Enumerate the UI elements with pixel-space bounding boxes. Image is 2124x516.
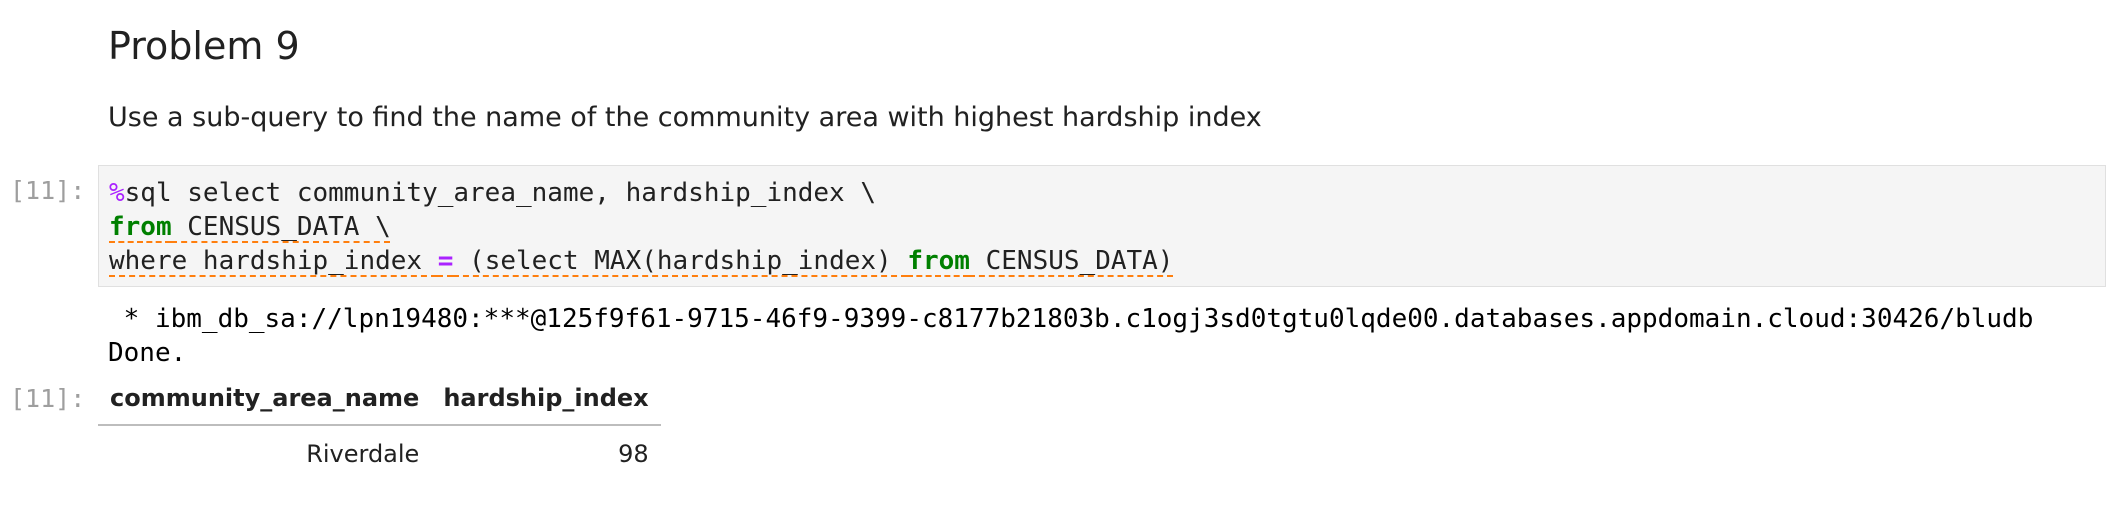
- sql-magic-token: %: [109, 178, 125, 208]
- markdown-heading: Problem 9: [108, 24, 300, 68]
- code-line-1: %sql select community_area_name, hardshi…: [109, 178, 876, 208]
- markdown-description: Use a sub-query to find the name of the …: [108, 102, 1262, 133]
- result-table: community_area_name hardship_index River…: [98, 378, 661, 476]
- table-row: Riverdale 98: [98, 425, 661, 476]
- keyword-from: from: [109, 212, 172, 242]
- cell-community-area-name: Riverdale: [306, 440, 420, 468]
- code-line-1-text: sql select community_area_name, hardship…: [124, 178, 877, 208]
- code-line-3-text-c: CENSUS_DATA): [969, 246, 1174, 276]
- keyword-from: from: [907, 246, 970, 276]
- code-cell-editor[interactable]: %sql select community_area_name, hardshi…: [98, 165, 2106, 287]
- input-prompt: [11]:: [10, 176, 86, 205]
- code-line-3-text-b: (select MAX(hardship_index): [453, 246, 908, 276]
- column-header-community-area-name: community_area_name: [98, 378, 432, 426]
- connection-string: * ibm_db_sa://lpn19480:***@125f9f61-9715…: [108, 304, 2034, 334]
- cell-hardship-index: 98: [618, 440, 649, 468]
- code-content[interactable]: %sql select community_area_name, hardshi…: [109, 176, 1173, 278]
- table-header-row: community_area_name hardship_index: [98, 378, 661, 426]
- output-stream: * ibm_db_sa://lpn19480:***@125f9f61-9715…: [108, 302, 2033, 370]
- status-done: Done.: [108, 338, 187, 368]
- code-line-2-text: CENSUS_DATA \: [171, 212, 391, 242]
- operator-equals: =: [437, 246, 454, 276]
- output-prompt: [11]:: [10, 384, 86, 413]
- code-line-3: where hardship_index = (select MAX(hards…: [109, 246, 1173, 276]
- code-line-2: from CENSUS_DATA \: [109, 212, 391, 242]
- code-line-3-text-a: where hardship_index: [109, 246, 438, 276]
- column-header-hardship-index: hardship_index: [431, 378, 661, 426]
